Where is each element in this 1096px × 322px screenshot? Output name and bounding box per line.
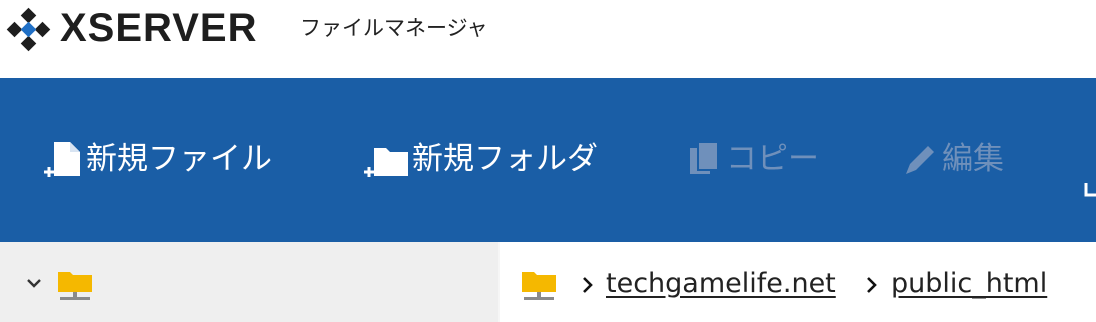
edit-label: 編集 — [942, 141, 1004, 177]
pencil-icon — [906, 146, 934, 174]
new-folder-icon — [364, 148, 408, 177]
new-file-label: 新規ファイル — [86, 141, 272, 177]
breadcrumb: techgamelife.net public_html — [500, 242, 1096, 322]
new-folder-label: 新規フォルダ — [412, 141, 598, 177]
new-file-button[interactable]: 新規ファイル — [40, 134, 272, 184]
new-folder-button[interactable]: 新規フォルダ — [362, 134, 598, 184]
upload-icon — [1084, 183, 1096, 197]
network-folder-icon[interactable] — [520, 268, 560, 302]
copy-label: コピー — [726, 141, 819, 177]
xserver-logo-icon — [6, 7, 51, 52]
upload-button-partial[interactable] — [1084, 164, 1096, 214]
chevron-right-icon — [867, 277, 877, 293]
folder-tree-pane — [0, 242, 498, 322]
app-title: ファイルマネージャ — [300, 16, 488, 40]
chevron-right-icon — [583, 277, 593, 293]
breadcrumb-item-domain[interactable]: techgamelife.net — [606, 266, 836, 302]
edit-button[interactable]: 編集 — [898, 134, 1004, 184]
brand-name: XSERVER — [60, 6, 258, 50]
breadcrumb-item-public-html[interactable]: public_html — [891, 266, 1047, 302]
app-header: XSERVER ファイルマネージャ — [0, 0, 1096, 78]
copy-icon — [690, 141, 719, 174]
network-folder-icon[interactable] — [56, 268, 96, 302]
toolbar: 新規ファイル 新規フォルダ コピー 編集 — [0, 78, 1096, 242]
new-file-icon — [44, 142, 80, 177]
copy-button[interactable]: コピー — [686, 134, 819, 184]
chevron-down-icon[interactable] — [24, 275, 44, 291]
